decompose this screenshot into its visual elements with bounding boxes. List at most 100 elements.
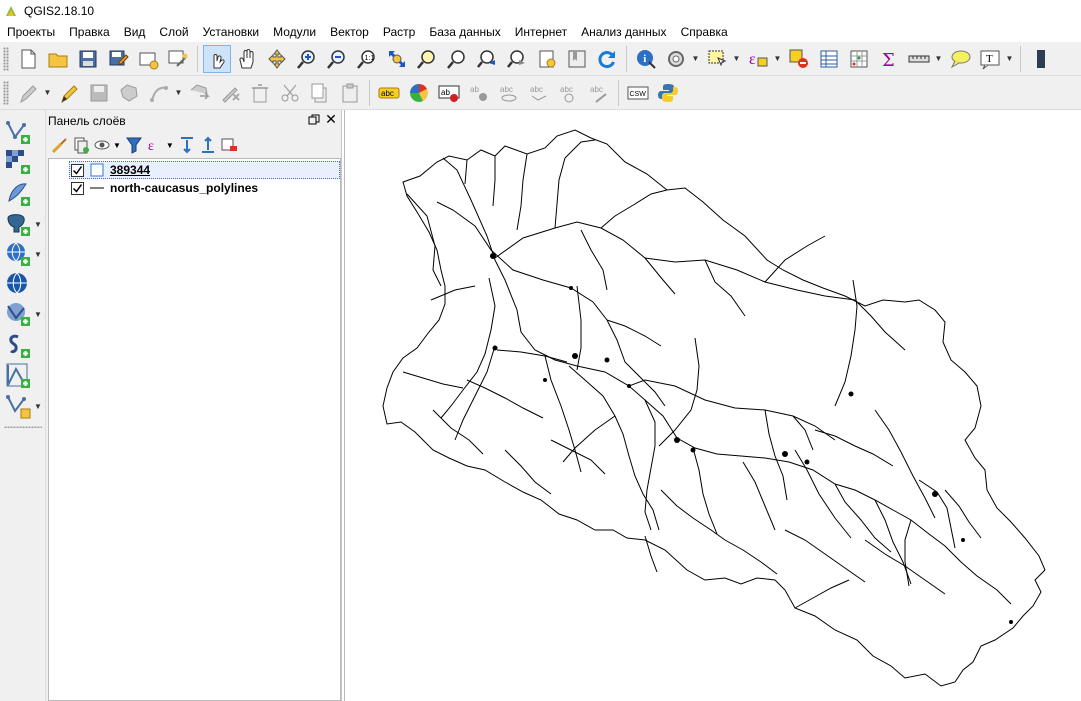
- save-edits-icon[interactable]: [85, 79, 113, 107]
- map-canvas[interactable]: [344, 110, 1081, 701]
- change-label-icon[interactable]: abc: [555, 79, 583, 107]
- menu-help[interactable]: Справка: [674, 22, 735, 42]
- delete-selected-icon[interactable]: [216, 79, 244, 107]
- close-panel-icon[interactable]: ✕: [324, 112, 338, 128]
- pan-to-selection-icon[interactable]: [263, 45, 291, 73]
- pin-labels-icon[interactable]: ab: [435, 79, 463, 107]
- zoom-to-selection-icon[interactable]: [413, 45, 441, 73]
- remove-layer-icon[interactable]: [219, 135, 239, 155]
- toolbar-grip[interactable]: [3, 46, 9, 71]
- new-layer-dropdown-icon[interactable]: ▼: [34, 402, 42, 411]
- postgis-dropdown-icon[interactable]: ▼: [34, 220, 42, 229]
- move-label-icon[interactable]: abc: [495, 79, 523, 107]
- pan-icon[interactable]: [233, 45, 261, 73]
- touch-zoom-icon[interactable]: [203, 44, 231, 73]
- expression-dropdown-icon[interactable]: ▼: [773, 54, 782, 63]
- select-dropdown-icon[interactable]: ▼: [732, 54, 741, 63]
- add-spatialite-layer-icon[interactable]: [4, 180, 32, 208]
- refresh-icon[interactable]: [593, 45, 621, 73]
- new-shapefile-layer-icon[interactable]: [4, 392, 32, 420]
- python-icon[interactable]: [654, 79, 682, 107]
- save-project-icon[interactable]: [74, 45, 102, 73]
- expand-all-icon[interactable]: [177, 135, 197, 155]
- wfs-dropdown-icon[interactable]: ▼: [34, 310, 42, 319]
- select-features-icon[interactable]: [703, 45, 731, 73]
- annotation-icon[interactable]: [946, 45, 974, 73]
- menu-processing[interactable]: Анализ данных: [574, 22, 673, 42]
- filter-by-expression-icon[interactable]: [124, 135, 144, 155]
- copy-features-icon[interactable]: [276, 79, 304, 107]
- menu-raster[interactable]: Растр: [376, 22, 422, 42]
- menu-layer[interactable]: Слой: [152, 22, 195, 42]
- cut-features-icon[interactable]: [246, 79, 274, 107]
- add-postgis-layer-icon[interactable]: [4, 210, 32, 238]
- manage-visibility-icon[interactable]: [71, 135, 91, 155]
- add-wfs-layer-icon[interactable]: [4, 300, 32, 328]
- composer-manager-icon[interactable]: [164, 45, 192, 73]
- menu-settings[interactable]: Установки: [196, 22, 266, 42]
- menu-database[interactable]: База данных: [422, 22, 507, 42]
- collapse-all-icon[interactable]: [198, 135, 218, 155]
- deselect-icon[interactable]: [785, 45, 813, 73]
- rotate-label-icon[interactable]: abc: [525, 79, 553, 107]
- expression-dropdown-icon[interactable]: ▼: [166, 141, 174, 150]
- move-feature-icon[interactable]: [145, 79, 173, 107]
- layer-visibility-checkbox[interactable]: [71, 181, 84, 195]
- float-panel-icon[interactable]: [308, 114, 320, 126]
- identify-icon[interactable]: i: [632, 45, 660, 73]
- menu-edit[interactable]: Правка: [62, 22, 117, 42]
- new-project-icon[interactable]: [14, 45, 42, 73]
- show-hide-labels-icon[interactable]: ab: [465, 79, 493, 107]
- toolbar-grip[interactable]: [4, 426, 42, 428]
- map-tips-dropdown-icon[interactable]: ▼: [691, 54, 700, 63]
- measure-icon[interactable]: [905, 45, 933, 73]
- visibility-dropdown-icon[interactable]: ▼: [113, 141, 121, 150]
- menu-view[interactable]: Вид: [117, 22, 153, 42]
- statistics-icon[interactable]: Σ: [875, 45, 903, 73]
- annotation-dropdown-icon[interactable]: ▼: [1005, 54, 1014, 63]
- add-feature-icon[interactable]: [115, 79, 143, 107]
- label-properties-icon[interactable]: abc: [585, 79, 613, 107]
- layer-row-389344[interactable]: 389344: [49, 161, 340, 179]
- zoom-in-icon[interactable]: [293, 45, 321, 73]
- diagram-icon[interactable]: [405, 79, 433, 107]
- layer-visibility-checkbox[interactable]: [71, 163, 84, 177]
- current-edits-dropdown-icon[interactable]: ▼: [43, 88, 52, 97]
- measure-dropdown-icon[interactable]: ▼: [934, 54, 943, 63]
- new-print-composer-icon[interactable]: [134, 45, 162, 73]
- attribute-table-icon[interactable]: [815, 45, 843, 73]
- zoom-out-icon[interactable]: [323, 45, 351, 73]
- zoom-full-icon[interactable]: [383, 45, 411, 73]
- show-bookmarks-icon[interactable]: [563, 45, 591, 73]
- text-annotation-icon[interactable]: T: [976, 45, 1004, 73]
- zoom-actual-size-icon[interactable]: 1:1: [353, 45, 381, 73]
- zoom-last-icon[interactable]: [473, 45, 501, 73]
- add-delimited-text-layer-icon[interactable]: [4, 332, 32, 360]
- zoom-to-layer-icon[interactable]: [443, 45, 471, 73]
- add-wcs-layer-icon[interactable]: [4, 270, 32, 298]
- menu-projects[interactable]: Проекты: [0, 22, 62, 42]
- add-virtual-layer-icon[interactable]: [4, 362, 32, 390]
- label-toolbar-icon[interactable]: abc: [375, 79, 403, 107]
- wms-dropdown-icon[interactable]: ▼: [34, 250, 42, 259]
- metasearch-icon[interactable]: CSW: [624, 79, 652, 107]
- new-bookmark-icon[interactable]: [533, 45, 561, 73]
- paste-icon[interactable]: [336, 79, 364, 107]
- zoom-next-icon[interactable]: [503, 45, 531, 73]
- select-by-expression-icon[interactable]: ε: [744, 45, 772, 73]
- add-wms-layer-icon[interactable]: [4, 240, 32, 268]
- toolbar-grip[interactable]: [3, 80, 9, 105]
- expression-filter-icon[interactable]: ε: [145, 135, 165, 155]
- add-raster-layer-icon[interactable]: [4, 148, 32, 176]
- menu-plugins[interactable]: Модули: [266, 22, 323, 42]
- move-feature-dropdown-icon[interactable]: ▼: [174, 88, 183, 97]
- add-vector-layer-icon[interactable]: [4, 118, 32, 146]
- filter-legend-icon[interactable]: [92, 135, 112, 155]
- field-calculator-icon[interactable]: [845, 45, 873, 73]
- layer-row-north-caucasus-polylines[interactable]: north-caucasus_polylines: [49, 179, 340, 197]
- paste-features-icon[interactable]: [306, 79, 334, 107]
- toggle-editing-icon[interactable]: [55, 79, 83, 107]
- map-tips-icon[interactable]: [662, 45, 690, 73]
- add-group-icon[interactable]: [50, 135, 70, 155]
- menu-web[interactable]: Интернет: [508, 22, 574, 42]
